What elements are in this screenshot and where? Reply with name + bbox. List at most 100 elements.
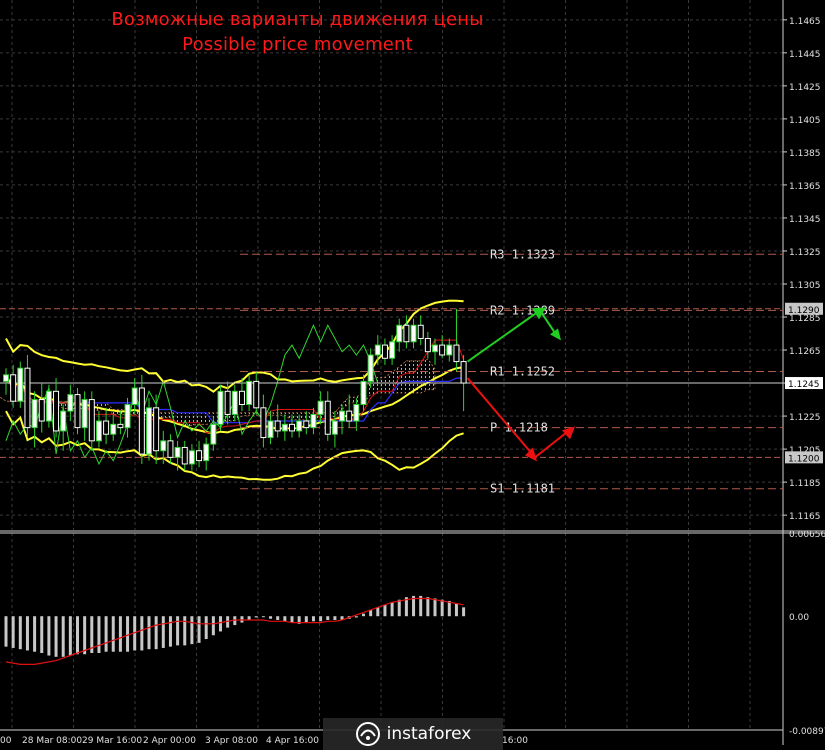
candle-body — [274, 420, 281, 432]
macd-histogram-bar — [397, 599, 401, 617]
indicator-axis-tick-label: -0.00897 — [789, 727, 825, 737]
candle-body — [17, 367, 24, 402]
macd-histogram-bar — [283, 616, 287, 622]
macd-histogram-bar — [18, 616, 22, 650]
chart-title-ru: Возможные варианты движения цены — [111, 9, 484, 30]
candle-body — [38, 399, 45, 422]
candle-body — [167, 440, 174, 458]
candle-body — [67, 394, 74, 412]
time-axis-tick-label: 4 Apr 16:00 — [266, 736, 319, 746]
candle-body — [81, 399, 88, 429]
macd-histogram-bar — [190, 616, 194, 645]
candle-body — [110, 423, 117, 435]
candle-body — [260, 407, 267, 439]
instaforex-watermark: instaforex — [323, 718, 503, 750]
candle-body — [224, 390, 231, 415]
price-axis-tick-label: 1.1345 — [789, 215, 821, 225]
pivot-level-label-p: P 1.1218 — [490, 421, 548, 435]
candle-body — [446, 344, 453, 356]
instaforex-logo-icon — [355, 722, 380, 746]
pivot-level-label-r2: R2 1.1289 — [490, 303, 555, 317]
macd-histogram-bar — [140, 616, 144, 651]
candle-body — [24, 367, 31, 429]
price-axis-tick-label: 1.1365 — [789, 182, 821, 192]
time-axis-tick-label: 3 Apr 08:00 — [205, 736, 258, 746]
macd-histogram-bar — [11, 616, 15, 648]
macd-histogram-bar — [454, 603, 458, 617]
price-axis-tick-label: 1.1385 — [789, 149, 821, 159]
candle-body — [196, 450, 203, 462]
candle-body — [324, 400, 331, 435]
candle-body — [310, 413, 317, 429]
macd-histogram-bar — [197, 616, 201, 643]
candle-body — [424, 337, 431, 353]
macd-histogram-bar — [362, 613, 365, 617]
macd-histogram-bar — [333, 616, 337, 621]
candle-body — [267, 420, 274, 439]
macd-histogram-bar — [354, 616, 358, 618]
macd-histogram-bar — [433, 598, 437, 617]
candle-body — [253, 380, 260, 409]
macd-histogram-bar — [147, 616, 151, 650]
macd-histogram-bar — [447, 600, 451, 617]
macd-histogram-bar — [40, 616, 44, 654]
price-axis-tick-label: 1.1425 — [789, 83, 821, 93]
macd-histogram-bar — [54, 616, 58, 657]
candle-body — [53, 390, 60, 432]
macd-histogram-bar — [462, 607, 466, 617]
price-axis-tick-label: 1.1225 — [789, 413, 821, 423]
macd-histogram-bar — [204, 616, 208, 640]
candle-body — [103, 420, 110, 435]
candle-body — [160, 440, 167, 452]
candle-body — [188, 450, 195, 465]
macd-histogram-bar — [126, 616, 130, 652]
candle-body — [146, 407, 152, 455]
candle-body — [203, 443, 210, 462]
candle-body — [246, 380, 253, 406]
candle-body — [346, 410, 353, 422]
candle-body — [181, 446, 188, 465]
macd-histogram-bar — [240, 616, 244, 623]
candle-body — [60, 410, 67, 432]
macd-histogram-bar — [183, 616, 187, 646]
macd-histogram-bar — [97, 616, 101, 654]
candle-body — [303, 420, 310, 429]
time-axis-tick-label: 29 Mar 16:00 — [82, 736, 142, 746]
macd-histogram-bar — [111, 616, 115, 652]
candle-body — [453, 344, 460, 363]
candle-body — [231, 390, 238, 415]
candle-body — [296, 420, 303, 432]
candle-body — [460, 361, 467, 384]
macd-histogram-bar — [104, 616, 108, 652]
macd-histogram-bar — [326, 616, 330, 621]
indicator-axis-tick-label: 0.00656 — [789, 530, 825, 540]
macd-histogram-bar — [4, 616, 8, 647]
pivot-level-label-s1: S1 1.1181 — [490, 482, 555, 496]
candle-body — [396, 324, 403, 343]
candle-body — [124, 404, 131, 429]
macd-histogram-bar — [161, 616, 165, 648]
macd-histogram-bar — [61, 616, 65, 657]
candle-body — [117, 423, 124, 429]
candle-body — [210, 423, 217, 445]
candle-body — [374, 344, 381, 356]
macd-histogram-bar — [311, 616, 315, 622]
candle-body — [10, 374, 17, 402]
price-axis-tick-label: 1.1465 — [789, 17, 821, 27]
candle-body — [153, 407, 160, 452]
candle-body — [238, 390, 245, 406]
macd-histogram-bar — [319, 616, 323, 622]
macd-histogram-bar — [68, 616, 72, 656]
macd-histogram-bar — [276, 616, 280, 621]
price-tag-label-current: 1.1245 — [788, 380, 820, 390]
macd-histogram-bar — [176, 616, 180, 646]
macd-histogram-bar — [154, 616, 158, 650]
candle-body — [74, 394, 81, 429]
candle-body — [381, 344, 388, 359]
candle-body — [138, 387, 145, 455]
candle-body — [432, 344, 438, 353]
price-tag-label-support: 1.1200 — [788, 454, 820, 464]
candle-body — [339, 410, 346, 422]
price-axis-tick-label: 1.1445 — [789, 50, 821, 60]
macd-histogram-bar — [290, 616, 294, 623]
